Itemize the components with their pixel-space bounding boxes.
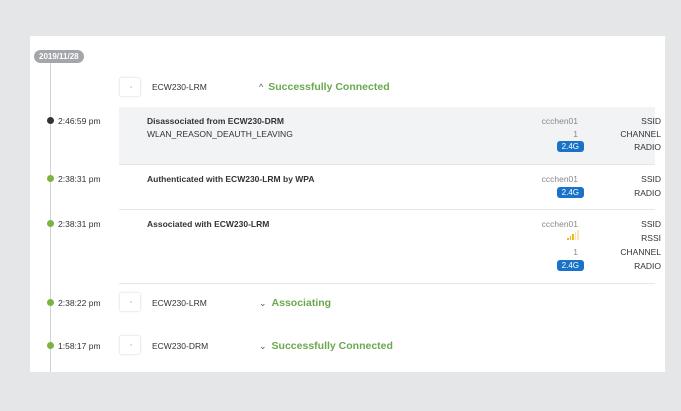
group-time: 1:58:17 pm	[58, 341, 101, 351]
channel-value: 1	[573, 129, 578, 139]
event-title: Authenticated with ECW230-LRM by WPA	[147, 174, 315, 184]
rssi-signal-icon	[567, 230, 579, 240]
ssid-value: ccchen01	[541, 174, 578, 184]
radio-key: RADIO	[634, 188, 661, 198]
access-point-icon	[119, 77, 141, 97]
chevron-up-icon: ^	[259, 82, 264, 92]
event-time: 2:46:59 pm	[58, 116, 101, 126]
channel-key: CHANNEL	[620, 129, 661, 139]
event-title: Associated with ECW230-LRM	[147, 219, 270, 229]
ssid-value: ccchen01	[541, 116, 578, 126]
group-time: 2:38:22 pm	[58, 298, 101, 308]
timeline-dot	[47, 175, 54, 182]
radio-key: RADIO	[634, 142, 661, 152]
chevron-down-icon: ⌄	[259, 298, 267, 308]
event-title: Disassociated from ECW230-DRM	[147, 116, 284, 126]
date-badge: 2019/11/28	[34, 50, 84, 63]
event-subtitle: WLAN_REASON_DEAUTH_LEAVING	[147, 129, 293, 139]
device-name: ECW230-LRM	[152, 298, 207, 308]
channel-key: CHANNEL	[620, 247, 661, 257]
group-status-label: Associating	[271, 297, 332, 309]
channel-value: 1	[573, 247, 578, 257]
chevron-down-icon: ⌄	[259, 341, 267, 351]
ssid-key: SSID	[641, 174, 661, 184]
ssid-key: SSID	[641, 219, 661, 229]
timeline-dot	[47, 117, 54, 124]
group-status-label: Successfully Connected	[268, 81, 390, 93]
group-status-label: Successfully Connected	[271, 340, 393, 352]
timeline-dot	[47, 342, 54, 349]
access-point-icon	[119, 292, 141, 312]
timeline-dot	[47, 299, 54, 306]
event-time: 2:38:31 pm	[58, 174, 101, 184]
event-time: 2:38:31 pm	[58, 219, 101, 229]
group-header-associating[interactable]: ⌄ Associating	[259, 297, 331, 309]
radio-key: RADIO	[634, 261, 661, 271]
group-header-successfully-connected[interactable]: ^ Successfully Connected	[259, 81, 390, 93]
radio-badge: 2.4G	[556, 187, 584, 198]
timeline-line	[50, 56, 51, 372]
ssid-key: SSID	[641, 116, 661, 126]
radio-badge: 2.4G	[556, 141, 584, 152]
device-name: ECW230-DRM	[152, 341, 209, 351]
access-point-icon	[119, 335, 141, 355]
ssid-value: ccchen01	[541, 219, 578, 229]
radio-badge: 2.4G	[556, 260, 584, 271]
rssi-key: RSSI	[641, 233, 661, 243]
device-name: ECW230-LRM	[152, 82, 207, 92]
timeline-dot	[47, 220, 54, 227]
group-header-successfully-connected[interactable]: ⌄ Successfully Connected	[259, 340, 393, 352]
